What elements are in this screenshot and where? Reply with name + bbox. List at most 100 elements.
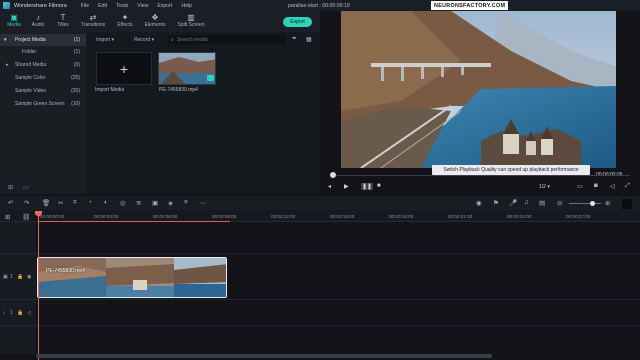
timeline-video-clip[interactable]: [37, 257, 227, 298]
menu-help[interactable]: Help: [181, 3, 192, 9]
monitor-icon[interactable]: ▭: [577, 183, 583, 190]
menu-edit[interactable]: Edit: [98, 3, 107, 9]
speed-icon[interactable]: ◔: [88, 199, 92, 206]
keyframe-icon[interactable]: ◈: [168, 199, 173, 207]
timeline-zoom-handle[interactable]: [590, 201, 595, 206]
sidebar-item-project-media[interactable]: ▾ Project Media (1): [0, 34, 86, 46]
crop-icon[interactable]: ⌗: [73, 199, 77, 207]
sidebar-item-sample-video[interactable]: Sample Video (20): [0, 85, 86, 97]
timeline-horizontal-scrollbar[interactable]: [36, 354, 492, 358]
media-clip-thumbnail[interactable]: [158, 52, 216, 85]
green-screen-icon[interactable]: ▣: [152, 199, 158, 207]
lock-icon[interactable]: 🔒: [17, 310, 23, 316]
timeline-empty-area[interactable]: [36, 326, 640, 354]
sidebar-item-shared-media[interactable]: ▸ Shared Media (0): [0, 59, 86, 71]
lock-icon[interactable]: 🔒: [17, 274, 23, 280]
audio-mix-icon[interactable]: ≡: [184, 199, 188, 206]
import-media-tile[interactable]: +: [96, 52, 152, 85]
snapshot-icon[interactable]: ◙: [594, 183, 598, 189]
stop-icon[interactable]: ■: [377, 183, 381, 189]
audio-track-icon[interactable]: ♫: [524, 199, 529, 206]
tab-audio[interactable]: ♪ Audio: [24, 13, 52, 28]
brand-watermark: NEURONSFACTORY.COM: [431, 1, 509, 10]
sidebar-item-sample-color[interactable]: Sample Color (25): [0, 72, 86, 84]
tab-transitions[interactable]: ⇄ Transitions: [79, 13, 107, 28]
menu-view[interactable]: View: [137, 3, 148, 9]
marker-icon[interactable]: ⚑: [493, 199, 499, 207]
media-sidebar: ▾ Project Media (1) Folder (1) ▸ Shared …: [0, 32, 86, 194]
delete-icon[interactable]: 🗑: [42, 199, 50, 207]
add-track-icon[interactable]: ⊞: [5, 213, 10, 221]
voiceover-icon[interactable]: 🎤: [509, 199, 517, 207]
fit-timeline-icon[interactable]: [622, 199, 632, 209]
menu-bar: File Edit Tools View Export Help: [81, 3, 192, 9]
filter-icon[interactable]: ⏷: [292, 36, 297, 43]
link-icon[interactable]: ⛓: [22, 213, 30, 221]
sidebar-item-folder[interactable]: Folder (1): [0, 46, 86, 58]
elements-icon: ❖: [151, 13, 159, 22]
stabilize-icon[interactable]: ≋: [136, 199, 141, 207]
search-input[interactable]: [176, 36, 277, 43]
preview-frame-image: [341, 11, 616, 168]
tab-split-screen[interactable]: ▥ Split Screen: [177, 13, 205, 28]
timeline-zoom-slider[interactable]: [569, 203, 601, 204]
playhead-line[interactable]: [38, 212, 39, 360]
folder-icon[interactable]: ▭: [23, 184, 29, 194]
more-tools-icon[interactable]: ⋯: [200, 199, 207, 207]
menu-export[interactable]: Export: [157, 3, 172, 9]
volume-icon[interactable]: ◁: [610, 183, 615, 190]
tab-effects[interactable]: ✦ Effects: [111, 13, 139, 28]
audio-track[interactable]: [36, 300, 640, 326]
eye-icon[interactable]: ◉: [27, 274, 31, 280]
video-track-icon: ▣: [3, 274, 8, 280]
effects-icon: ✦: [121, 13, 129, 22]
text-icon: T: [60, 13, 66, 22]
speaker-icon[interactable]: ◁: [27, 310, 31, 316]
fullscreen-icon[interactable]: ⤢: [625, 183, 630, 190]
tab-elements[interactable]: ❖ Elements: [141, 13, 169, 28]
zoom-in-icon[interactable]: ⊕: [605, 199, 610, 207]
export-button[interactable]: Export: [283, 17, 312, 27]
ruler-label: 00:00:00:00: [40, 214, 65, 219]
render-icon[interactable]: ◉: [476, 199, 482, 207]
video-track-header: ▣ 1 🔒 ◉: [0, 254, 36, 300]
menu-tools[interactable]: Tools: [116, 3, 128, 9]
previous-frame-icon[interactable]: ◂: [328, 183, 331, 190]
preview-scrub-handle[interactable]: [330, 172, 336, 178]
search-icon: ⌕: [171, 36, 174, 43]
undo-icon[interactable]: ↶: [8, 199, 13, 207]
video-track-number: 1: [10, 274, 13, 280]
mask-icon[interactable]: ◎: [120, 199, 126, 207]
tab-titles[interactable]: T Titles: [49, 13, 77, 28]
plus-icon: +: [119, 60, 129, 77]
audio-track-number: 1: [10, 310, 13, 316]
ruler-label: 00:00:06:00: [153, 214, 178, 219]
grid-view-icon[interactable]: ▦: [306, 36, 312, 43]
project-title: parallax-start : 00:00:09:19: [288, 2, 350, 9]
playback-quality-dropdown[interactable]: 1/2 ▾: [539, 184, 550, 190]
snapshot-track-icon[interactable]: ▤: [539, 199, 545, 207]
redo-icon[interactable]: ↷: [24, 199, 29, 207]
record-dropdown[interactable]: Record ▾: [134, 37, 154, 43]
play-icon[interactable]: ▶: [344, 183, 349, 190]
empty-track[interactable]: [36, 222, 640, 254]
clip-filename: PE-7455830.mp4: [159, 87, 198, 93]
sidebar-item-sample-green-screen[interactable]: Sample Green Screen (10): [0, 98, 86, 110]
filmora-logo-icon: [3, 2, 10, 9]
import-dropdown[interactable]: Import ▾: [96, 37, 114, 43]
ruler-label: 00:00:27:00: [566, 214, 591, 219]
ruler-label: 00:00:03:00: [94, 214, 119, 219]
menu-file[interactable]: File: [81, 3, 89, 9]
media-toolbar: ▣ Media ♪ Audio T Titles ⇄ Transitions ✦ Effe…: [0, 11, 320, 32]
transition-icon: ⇄: [89, 13, 97, 22]
sidebar-footer: ⊞ ▭: [0, 184, 86, 194]
music-icon: ♪: [36, 13, 40, 22]
split-screen-icon: ▥: [187, 13, 195, 22]
new-folder-icon[interactable]: ⊞: [8, 184, 13, 194]
play-pause-icon[interactable]: ❚❚: [361, 183, 374, 190]
zoom-out-icon[interactable]: ⊖: [557, 199, 562, 207]
ruler-label: 00:00:24:00: [507, 214, 532, 219]
color-icon[interactable]: ◐: [104, 199, 108, 206]
cut-icon[interactable]: ✂: [58, 199, 63, 207]
preview-scrub-bar[interactable]: [330, 175, 630, 176]
